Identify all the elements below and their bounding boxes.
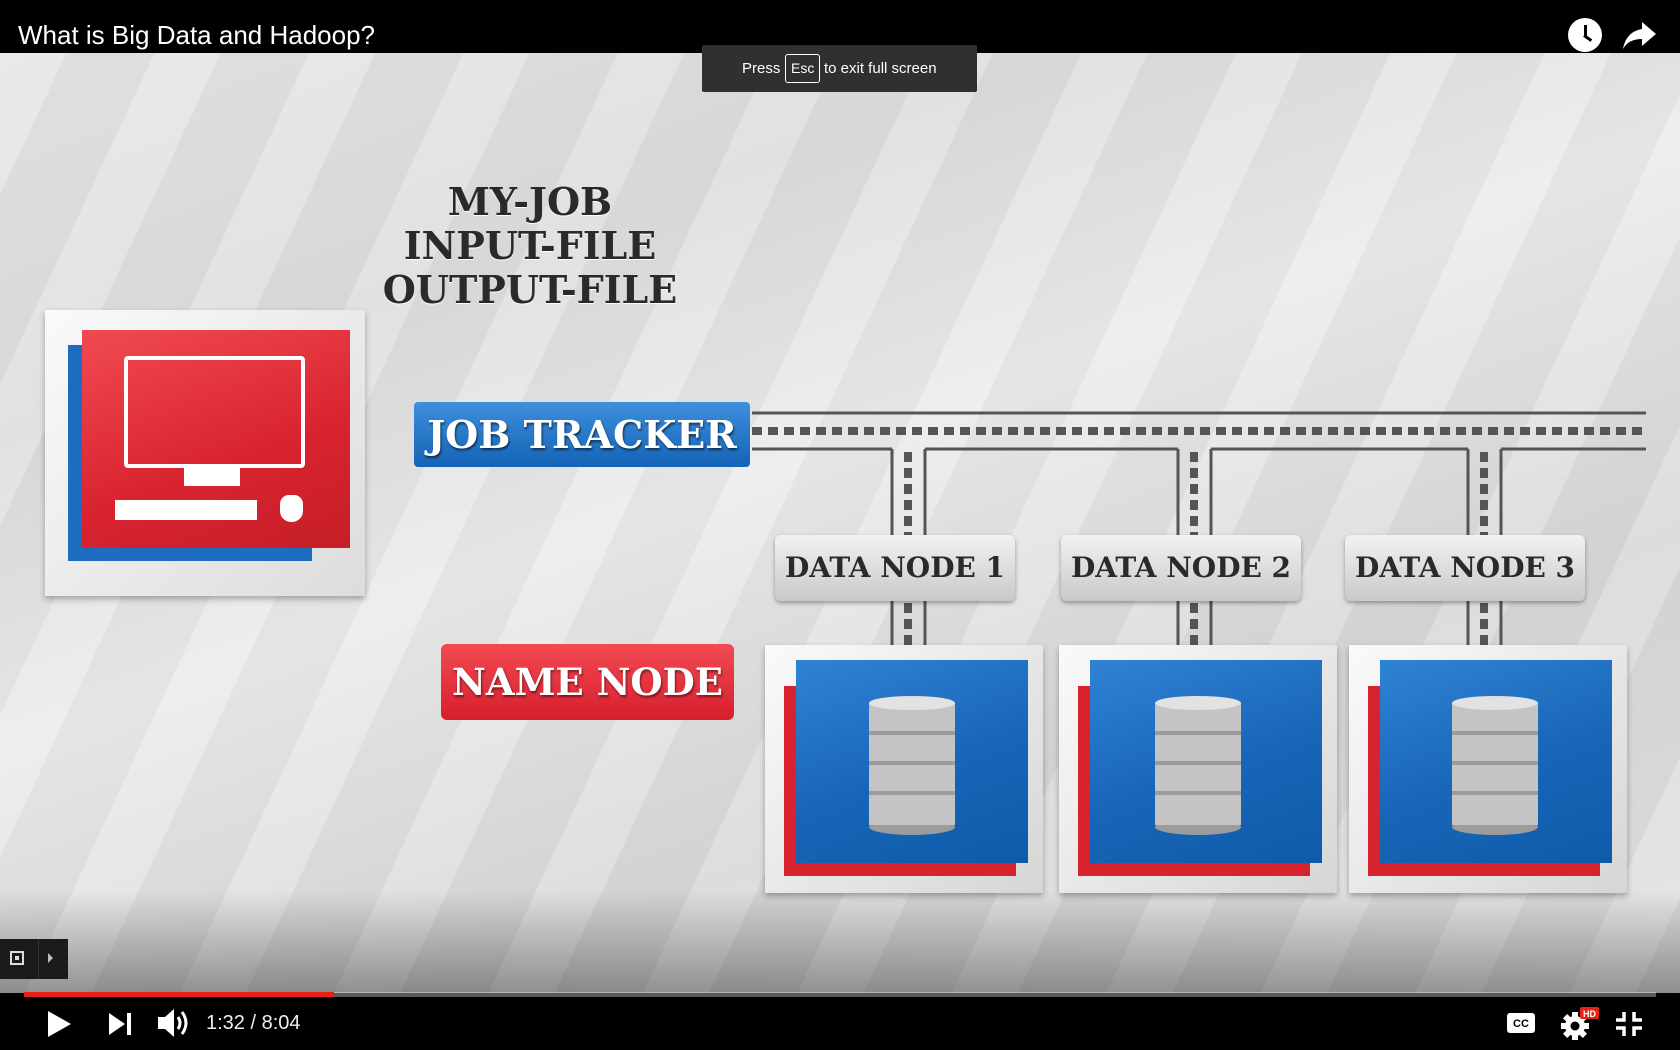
info-card-toggle[interactable]	[0, 939, 68, 979]
job-tracker-label: JOB TRACKER	[414, 402, 750, 467]
exit-fullscreen-icon[interactable]	[1614, 1010, 1644, 1038]
fullscreen-notice-prefix: Press	[742, 60, 781, 77]
share-arrow-icon[interactable]	[1622, 18, 1658, 52]
clock-icon[interactable]	[1568, 18, 1602, 52]
database-icon	[1452, 696, 1538, 835]
database-icon	[869, 696, 955, 835]
time-display: 1:32 / 8:04	[206, 1012, 301, 1034]
database-icon	[1155, 696, 1241, 835]
svg-text:CC: CC	[1513, 1018, 1529, 1030]
play-icon[interactable]	[44, 1009, 74, 1039]
video-player[interactable]: MY-JOB INPUT-FILE OUTPUT-FILE JOB TRACKE…	[0, 0, 1680, 1050]
data-node-1-label: DATA NODE 1	[775, 535, 1015, 601]
info-card-icon	[10, 951, 24, 965]
name-node-label: NAME NODE	[441, 644, 734, 720]
fullscreen-notice: Press Esc to exit full screen	[702, 45, 977, 92]
fullscreen-notice-suffix: to exit full screen	[824, 60, 937, 77]
divider	[38, 939, 39, 979]
settings-gear-icon[interactable]: HD	[1558, 1006, 1600, 1040]
hd-badge-label: HD	[1583, 1009, 1596, 1019]
volume-icon[interactable]	[156, 1006, 192, 1040]
data-node-2-label: DATA NODE 2	[1061, 535, 1301, 601]
data-node-3-label: DATA NODE 3	[1345, 535, 1585, 601]
cc-icon[interactable]: CC	[1506, 1012, 1536, 1034]
esc-key-badge: Esc	[785, 54, 821, 83]
video-title[interactable]: What is Big Data and Hadoop?	[18, 18, 375, 52]
next-icon[interactable]	[106, 1010, 134, 1038]
chevron-right-icon	[48, 953, 53, 963]
